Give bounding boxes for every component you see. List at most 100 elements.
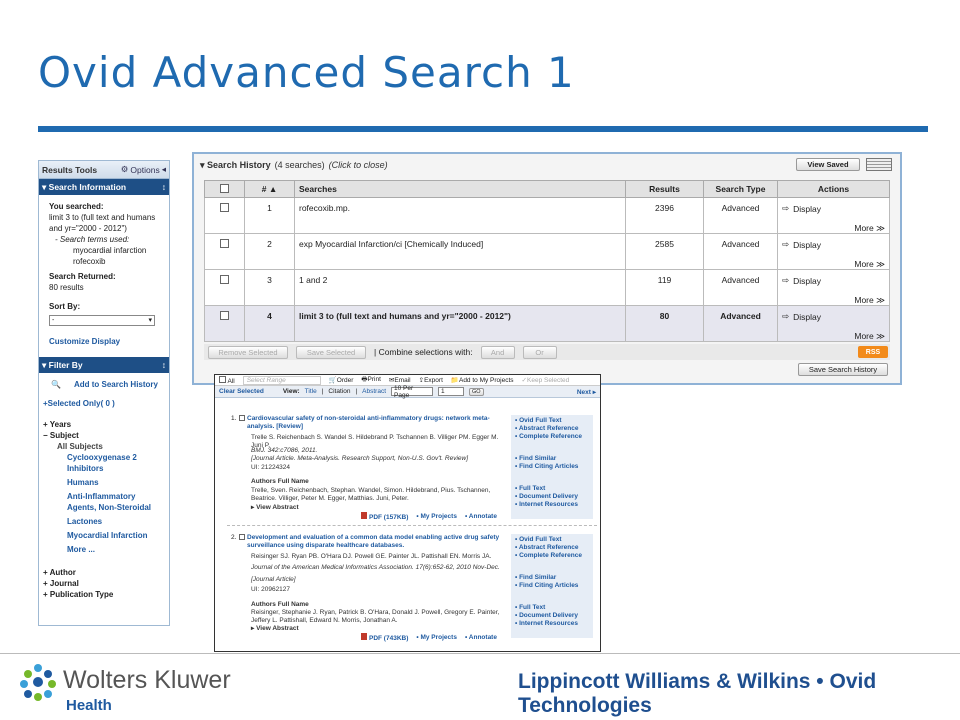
- select-range-input[interactable]: Select Range: [242, 375, 321, 385]
- print-button[interactable]: 🖶Print: [361, 375, 381, 386]
- select-all-checkbox[interactable]: [220, 183, 229, 193]
- row-query: rofecoxib.mp.: [294, 197, 626, 234]
- remove-selected-button[interactable]: Remove Selected: [208, 345, 288, 359]
- document-delivery-link[interactable]: • Document Delivery: [515, 612, 589, 620]
- combine-and-button[interactable]: And: [480, 345, 515, 359]
- record-checkbox[interactable]: [239, 534, 245, 540]
- subject-item[interactable]: Myocardial Infarction: [43, 530, 165, 541]
- sort-arrows-icon[interactable]: ↕: [162, 360, 166, 370]
- journal-filter[interactable]: + Journal: [43, 578, 165, 589]
- author-filter[interactable]: + Author: [43, 567, 165, 578]
- subject-item[interactable]: Lactones: [43, 516, 165, 527]
- per-page-select[interactable]: 10 Per Page: [391, 385, 434, 399]
- title-rule: [38, 126, 928, 132]
- checkbox[interactable]: [219, 375, 226, 383]
- subject-item[interactable]: Anti-Inflammatory Agents, Non-Steroidal: [43, 491, 165, 513]
- display-link[interactable]: ⇨ Display: [782, 203, 885, 214]
- find-citing-link[interactable]: • Find Citing Articles: [515, 582, 589, 590]
- subject-item[interactable]: Humans: [43, 477, 165, 488]
- footer-rule: [0, 653, 960, 654]
- results-tools-header: Results Tools ⚙ Options ◂: [39, 161, 169, 179]
- view-citation-link[interactable]: Citation: [328, 388, 350, 395]
- find-citing-link[interactable]: • Find Citing Articles: [515, 463, 589, 471]
- terms-used-label: - Search terms used:: [55, 235, 130, 244]
- go-button[interactable]: GO: [469, 387, 484, 396]
- search-information-toggle[interactable]: ▾ Search Information ↕: [39, 179, 169, 195]
- row-checkbox[interactable]: [220, 275, 229, 284]
- record-title-link[interactable]: Development and evaluation of a common d…: [247, 534, 507, 550]
- ovid-full-text-link[interactable]: • Ovid Full Text: [515, 536, 589, 544]
- more-link[interactable]: More ≫: [854, 223, 885, 234]
- view-abstract-link[interactable]: ▸ View Abstract: [251, 504, 501, 512]
- more-link[interactable]: More ≫: [854, 259, 885, 270]
- abstract-reference-link[interactable]: • Abstract Reference: [515, 425, 589, 433]
- my-projects-link[interactable]: • My Projects: [416, 634, 457, 641]
- add-to-projects-button[interactable]: 📁Add to My Projects: [451, 376, 514, 384]
- returned-value: 80 results: [49, 283, 84, 292]
- actions-column-header: Actions: [777, 180, 890, 198]
- folder-icon: 📁: [450, 377, 459, 384]
- publication-type-filter[interactable]: + Publication Type: [43, 589, 165, 600]
- customize-display-link[interactable]: Customize Display: [49, 336, 159, 347]
- more-link[interactable]: More ≫: [854, 295, 885, 306]
- email-button[interactable]: ✉Email: [389, 376, 411, 384]
- full-text-link[interactable]: • Full Text: [515, 604, 589, 612]
- layout-toggle-icon[interactable]: [866, 158, 892, 171]
- pdf-link[interactable]: PDF (157KB): [361, 512, 408, 521]
- num-column-header[interactable]: # ▲: [244, 180, 295, 198]
- options-button[interactable]: ⚙ Options ◂: [121, 164, 166, 175]
- more-link[interactable]: More ≫: [854, 331, 885, 342]
- row-checkbox[interactable]: [220, 239, 229, 248]
- document-delivery-link[interactable]: • Document Delivery: [515, 493, 589, 501]
- keep-selected-button[interactable]: ✓Keep Selected: [522, 376, 570, 384]
- years-filter[interactable]: + Years: [43, 419, 165, 430]
- rss-icon[interactable]: RSS: [858, 346, 888, 358]
- view-abstract-link[interactable]: ▸ View Abstract: [251, 625, 501, 633]
- page-number-input[interactable]: 1: [438, 387, 465, 396]
- complete-reference-link[interactable]: • Complete Reference: [515, 552, 589, 560]
- display-link[interactable]: ⇨ Display: [782, 275, 885, 286]
- annotate-link[interactable]: • Annotate: [465, 634, 497, 641]
- selected-only-link[interactable]: +Selected Only( 0 ): [43, 398, 165, 409]
- subject-more-link[interactable]: More ...: [43, 544, 165, 555]
- view-saved-button[interactable]: View Saved: [796, 158, 860, 171]
- my-projects-link[interactable]: • My Projects: [416, 513, 457, 520]
- complete-reference-link[interactable]: • Complete Reference: [515, 433, 589, 441]
- row-checkbox[interactable]: [220, 311, 229, 320]
- pdf-link[interactable]: PDF (743KB): [361, 633, 408, 642]
- sort-arrows-icon[interactable]: ↕: [162, 182, 166, 192]
- find-similar-link[interactable]: • Find Similar: [515, 574, 589, 582]
- search-history-header[interactable]: ▾ Search History (4 searches) (Click to …: [194, 154, 900, 176]
- row-query: 1 and 2: [294, 269, 626, 306]
- order-button[interactable]: 🛒Order: [329, 376, 354, 384]
- add-to-history-link[interactable]: 🔍 Add to Search History: [43, 379, 165, 390]
- select-all-results[interactable]: All: [219, 375, 235, 385]
- internet-resources-link[interactable]: • Internet Resources: [515, 501, 589, 509]
- next-page-link[interactable]: Next ▸: [577, 388, 596, 396]
- abstract-reference-link[interactable]: • Abstract Reference: [515, 544, 589, 552]
- display-link[interactable]: ⇨ Display: [782, 239, 885, 250]
- view-title-link[interactable]: Title: [305, 388, 317, 395]
- record-checkbox[interactable]: [239, 415, 245, 421]
- search-history-panel: ▾ Search History (4 searches) (Click to …: [192, 152, 902, 385]
- clear-selected-link[interactable]: Clear Selected: [219, 388, 264, 395]
- annotate-link[interactable]: • Annotate: [465, 513, 497, 520]
- save-selected-button[interactable]: Save Selected: [296, 345, 366, 359]
- row-num: 2: [244, 233, 295, 270]
- save-search-history-button[interactable]: Save Search History: [798, 363, 888, 376]
- row-checkbox[interactable]: [220, 203, 229, 212]
- export-button[interactable]: ⇪Export: [419, 376, 443, 384]
- subject-item[interactable]: Cyclooxygenase 2 Inhibitors: [43, 452, 165, 474]
- subject-filter[interactable]: − Subject: [43, 430, 165, 441]
- display-link[interactable]: ⇨ Display: [782, 311, 885, 322]
- combine-or-button[interactable]: Or: [522, 345, 557, 359]
- full-text-link[interactable]: • Full Text: [515, 485, 589, 493]
- row-type: Advanced: [703, 233, 778, 270]
- filter-by-toggle[interactable]: ▾ Filter By ↕: [39, 357, 169, 373]
- record-title-link[interactable]: Cardiovascular safety of non-steroidal a…: [247, 415, 507, 431]
- internet-resources-link[interactable]: • Internet Resources: [515, 620, 589, 628]
- find-similar-link[interactable]: • Find Similar: [515, 455, 589, 463]
- sort-by-select[interactable]: - ▾: [49, 315, 155, 326]
- view-abstract-link[interactable]: Abstract: [362, 388, 386, 395]
- ovid-full-text-link[interactable]: • Ovid Full Text: [515, 417, 589, 425]
